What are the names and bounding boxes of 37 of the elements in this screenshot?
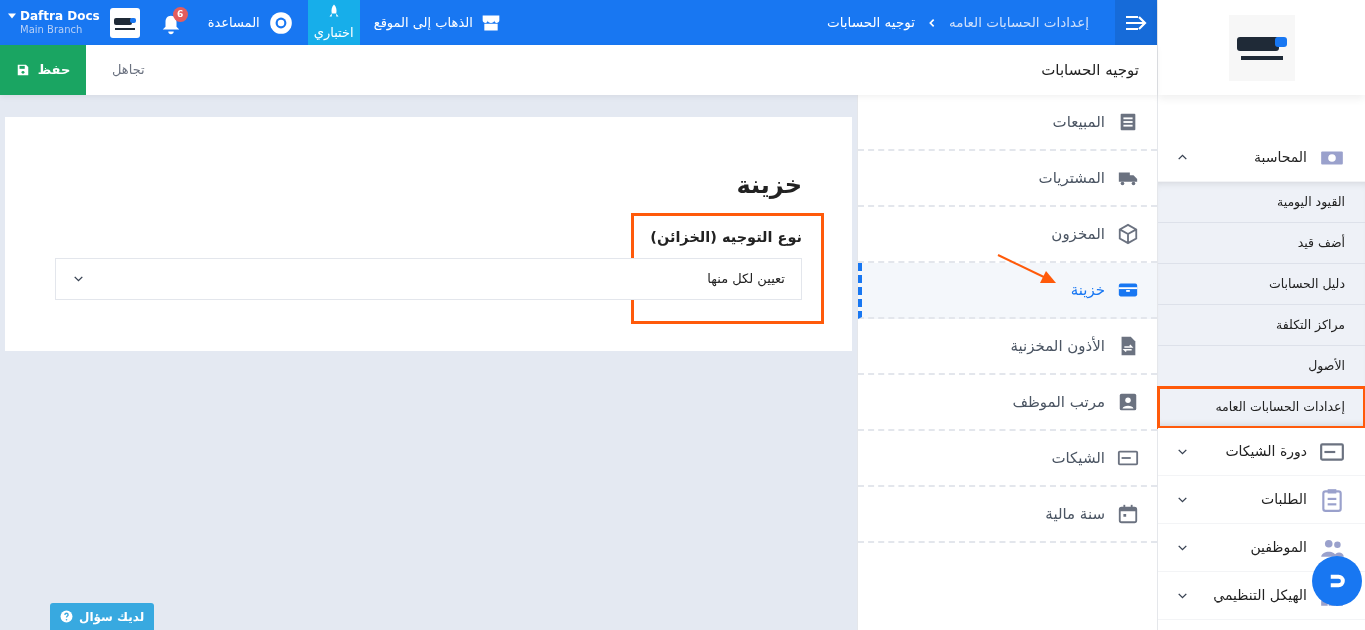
settings-menu-item[interactable]: المبيعات bbox=[858, 95, 1157, 151]
settings-menu-item[interactable]: مرتب الموظف bbox=[858, 375, 1157, 431]
menu-button[interactable] bbox=[1115, 0, 1157, 45]
discard-button[interactable]: تجاهل bbox=[86, 45, 171, 95]
settings-menu-item[interactable]: المشتريات bbox=[858, 151, 1157, 207]
sidebar-subitem[interactable]: أضف قيد bbox=[1158, 223, 1365, 264]
settings-menu-item[interactable]: الشيكات bbox=[858, 431, 1157, 487]
lifebuoy-icon bbox=[267, 9, 294, 36]
form-title: خزينة bbox=[736, 170, 802, 201]
sidebar-subitem[interactable]: إعدادات الحسابات العامه bbox=[1158, 387, 1365, 428]
notification-badge: 6 bbox=[172, 7, 188, 22]
caret-down-icon bbox=[8, 12, 16, 20]
select-field[interactable]: تعيين لكل منها bbox=[55, 257, 802, 300]
help-link[interactable]: المساعدة bbox=[193, 0, 308, 45]
logo bbox=[1228, 14, 1295, 81]
box-icon bbox=[1117, 223, 1139, 245]
settings-menu-item[interactable]: سنة مالية bbox=[858, 487, 1157, 543]
sidebar-subitem[interactable]: دليل الحسابات bbox=[1158, 264, 1365, 305]
account-menu[interactable]: Daftra Docs Main Branch bbox=[0, 0, 102, 45]
page-title: توجيه الحسابات bbox=[1040, 59, 1140, 81]
breadcrumb-link[interactable]: توجيه الحسابات bbox=[827, 12, 915, 33]
chevron-left-icon bbox=[927, 17, 937, 28]
site-link[interactable]: الذهاب إلى الموقع bbox=[359, 0, 515, 45]
sidebar-subitem[interactable]: الأصول bbox=[1158, 346, 1365, 387]
clipboard-icon bbox=[1319, 486, 1345, 513]
sidebar-subitem[interactable]: القيود اليومية bbox=[1158, 182, 1365, 223]
calendar-icon bbox=[1117, 503, 1139, 525]
sidebar-item[interactable]: دورة الشيكات bbox=[1158, 428, 1365, 476]
question-icon bbox=[60, 610, 73, 623]
person-icon bbox=[1117, 391, 1139, 413]
settings-menu-item[interactable]: الأذون المخزنية bbox=[858, 319, 1157, 375]
logo bbox=[109, 7, 140, 38]
menu-arrow-icon bbox=[1125, 14, 1147, 31]
settings-menu-item[interactable]: خزينة bbox=[858, 263, 1157, 319]
field-label: نوع التوجيه (الخزائن) bbox=[650, 228, 802, 248]
sidebar-subitem[interactable]: مراكز التكلفة bbox=[1158, 305, 1365, 346]
chat-bubble-icon bbox=[1312, 556, 1362, 606]
